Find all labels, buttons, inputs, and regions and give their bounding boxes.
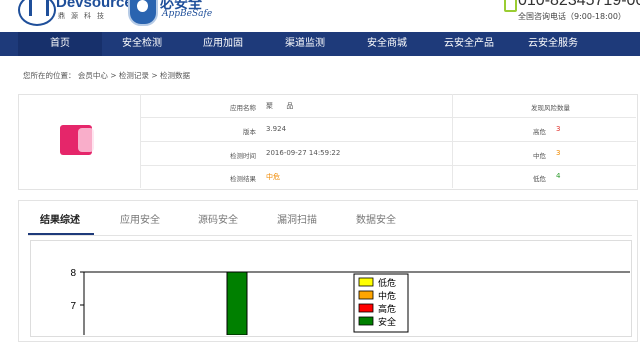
risk-chart: 876低危中危高危安全 xyxy=(70,268,630,335)
bar-safe xyxy=(226,271,248,335)
legend-swatch xyxy=(358,316,374,326)
legend-label: 高危 xyxy=(378,303,396,315)
y-tick-label: 7 xyxy=(70,301,76,312)
legend-label: 中危 xyxy=(378,290,396,302)
y-tick-label: 8 xyxy=(70,268,76,279)
legend-swatch xyxy=(358,290,374,300)
legend-swatch xyxy=(358,277,374,287)
legend-label: 安全 xyxy=(378,316,396,328)
legend-label: 低危 xyxy=(378,277,396,289)
legend-swatch xyxy=(358,303,374,313)
